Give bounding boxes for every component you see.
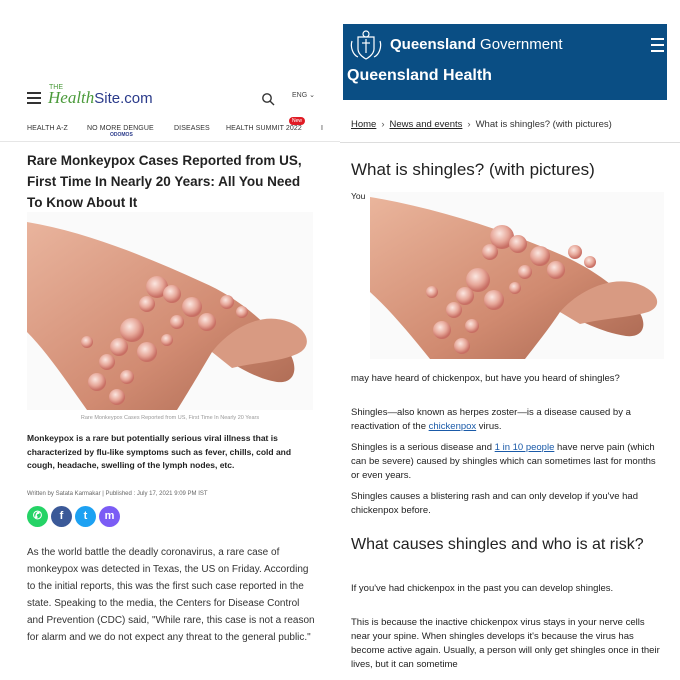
main-nav: HEALTH A-Z NO MORE DENGUE ODOMOS DISEASE… bbox=[0, 117, 340, 142]
article-summary: Monkeypox is a rare but potentially seri… bbox=[27, 433, 292, 470]
whatsapp-icon[interactable]: ✆ bbox=[27, 506, 48, 527]
article-image bbox=[27, 212, 313, 410]
breadcrumb-news[interactable]: News and events bbox=[390, 119, 463, 130]
chevron-right-icon: › bbox=[381, 119, 385, 130]
search-icon[interactable] bbox=[261, 92, 275, 106]
statistic-link[interactable]: 1 in 10 people bbox=[495, 442, 555, 453]
paragraph: If you've had chickenpox in the past you… bbox=[351, 583, 614, 594]
paragraph: Shingles causes a blistering rash and ca… bbox=[351, 491, 638, 516]
nav-item-truncated[interactable]: I bbox=[321, 125, 323, 132]
shingles-image bbox=[370, 192, 664, 359]
article-title: Rare Monkeypox Cases Reported from US, F… bbox=[27, 153, 302, 210]
thehealthsite-panel: THE HealthSite.com ENG ⌄ HEALTH A-Z NO MO… bbox=[0, 0, 340, 680]
article-byline: Written by Satata Karmakar | Published :… bbox=[27, 491, 208, 497]
article-body: As the world battle the deadly coronavir… bbox=[27, 547, 315, 643]
nav-health-summit[interactable]: HEALTH SUMMIT 2022 bbox=[226, 125, 302, 132]
intro-fragment: You bbox=[351, 191, 366, 201]
paragraph: This is because the inactive chickenpox … bbox=[351, 617, 660, 670]
facebook-icon[interactable]: f bbox=[51, 506, 72, 527]
twitter-icon[interactable]: t bbox=[75, 506, 96, 527]
menu-icon[interactable] bbox=[651, 38, 664, 52]
image-caption: Rare Monkeypox Cases Reported from US, F… bbox=[80, 415, 260, 421]
odomos-sponsor-label: ODOMOS bbox=[110, 132, 133, 138]
chickenpox-link[interactable]: chickenpox bbox=[429, 421, 477, 432]
divider bbox=[340, 142, 680, 143]
language-selector[interactable]: ENG ⌄ bbox=[292, 91, 315, 99]
page-title: What is shingles? (with pictures) bbox=[351, 160, 595, 179]
site-header: THE HealthSite.com ENG ⌄ bbox=[0, 84, 340, 118]
site-title[interactable]: Queensland Health bbox=[347, 67, 492, 85]
paragraph: may have heard of chickenpox, but have y… bbox=[351, 373, 620, 384]
queensland-government-logo[interactable]: Queensland Government bbox=[390, 36, 563, 53]
menu-icon[interactable] bbox=[27, 92, 41, 104]
breadcrumb: Home › News and events › What is shingles? (… bbox=[351, 119, 612, 130]
breadcrumb-current: What is shingles? (with pictures) bbox=[475, 119, 612, 130]
paragraph: Shingles—also known as herpes zoster—is … bbox=[351, 407, 631, 432]
queensland-health-panel: Queensland Government Queensland Health … bbox=[340, 0, 680, 680]
chevron-down-icon: ⌄ bbox=[309, 92, 315, 99]
site-logo[interactable]: THE HealthSite.com bbox=[48, 84, 153, 108]
new-badge: New bbox=[289, 117, 306, 125]
breadcrumb-home[interactable]: Home bbox=[351, 119, 376, 130]
nav-no-more-dengue[interactable]: NO MORE DENGUE bbox=[87, 125, 154, 132]
coat-of-arms-icon[interactable] bbox=[348, 29, 384, 63]
chevron-right-icon: › bbox=[467, 119, 471, 130]
messenger-icon[interactable]: m bbox=[99, 506, 120, 527]
qld-header: Queensland Government Queensland Health bbox=[343, 24, 667, 100]
paragraph: Shingles is a serious disease and 1 in 1… bbox=[351, 442, 656, 481]
section-heading: What causes shingles and who is at risk? bbox=[351, 536, 644, 553]
nav-diseases[interactable]: DISEASES bbox=[174, 125, 210, 132]
nav-health-a-z[interactable]: HEALTH A-Z bbox=[27, 125, 68, 132]
